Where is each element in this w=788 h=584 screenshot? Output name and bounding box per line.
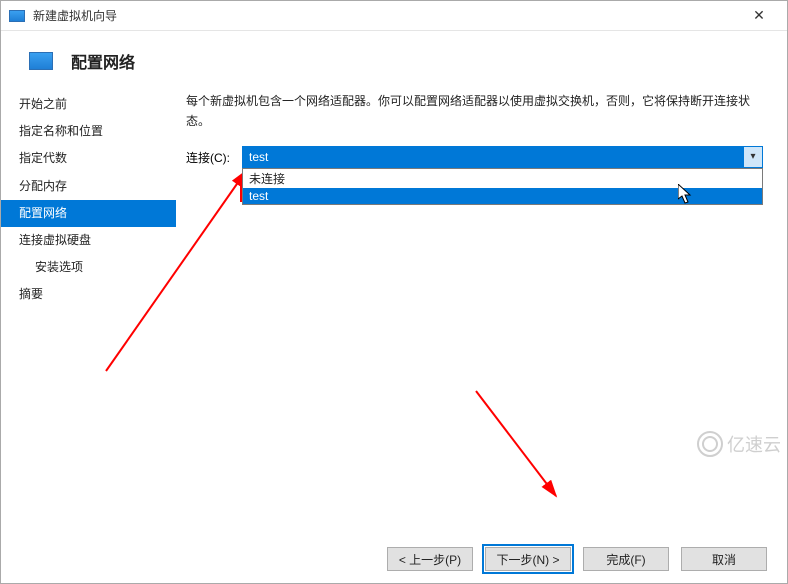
sidebar-item-before[interactable]: 开始之前 xyxy=(1,91,176,118)
wizard-footer: < 上一步(P) 下一步(N) > 完成(F) 取消 xyxy=(1,535,787,583)
mouse-cursor-icon xyxy=(678,184,694,204)
wizard-main: 每个新虚拟机包含一个网络适配器。你可以配置网络适配器以使用虚拟交换机，否则，它将… xyxy=(176,91,787,535)
wizard-steps-sidebar: 开始之前 指定名称和位置 指定代数 分配内存 配置网络 连接虚拟硬盘 安装选项 … xyxy=(1,91,176,535)
page-header: 配置网络 xyxy=(1,31,787,91)
finish-button[interactable]: 完成(F) xyxy=(583,547,669,571)
description-text: 每个新虚拟机包含一个网络适配器。你可以配置网络适配器以使用虚拟交换机，否则，它将… xyxy=(186,91,763,132)
connection-combo-wrap: test ▾ 未连接 test xyxy=(242,146,763,168)
prev-button[interactable]: < 上一步(P) xyxy=(387,547,473,571)
wizard-body: 开始之前 指定名称和位置 指定代数 分配内存 配置网络 连接虚拟硬盘 安装选项 … xyxy=(1,91,787,535)
sidebar-item-vhd[interactable]: 连接虚拟硬盘 xyxy=(1,227,176,254)
connection-combobox[interactable]: test ▾ xyxy=(242,146,763,168)
title-bar: 新建虚拟机向导 ✕ xyxy=(1,1,787,31)
window-title: 新建虚拟机向导 xyxy=(33,7,739,24)
next-button[interactable]: 下一步(N) > xyxy=(485,547,571,571)
page-title: 配置网络 xyxy=(71,49,135,73)
header-icon xyxy=(29,52,53,70)
connection-row: 连接(C): test ▾ 未连接 test xyxy=(186,146,763,168)
combobox-value: test xyxy=(249,150,268,164)
wizard-window: 新建虚拟机向导 ✕ 配置网络 开始之前 指定名称和位置 指定代数 分配内存 配置… xyxy=(0,0,788,584)
sidebar-item-memory[interactable]: 分配内存 xyxy=(1,173,176,200)
chevron-down-icon[interactable]: ▾ xyxy=(744,147,762,167)
app-icon xyxy=(9,10,25,22)
sidebar-item-generation[interactable]: 指定代数 xyxy=(1,145,176,172)
sidebar-item-install-options[interactable]: 安装选项 xyxy=(1,254,176,281)
cancel-button[interactable]: 取消 xyxy=(681,547,767,571)
sidebar-item-network[interactable]: 配置网络 xyxy=(1,200,176,227)
sidebar-item-name-location[interactable]: 指定名称和位置 xyxy=(1,118,176,145)
annotation-arrow-to-next xyxy=(456,381,586,511)
connection-label: 连接(C): xyxy=(186,146,242,166)
close-button[interactable]: ✕ xyxy=(739,2,779,30)
sidebar-item-summary[interactable]: 摘要 xyxy=(1,281,176,308)
